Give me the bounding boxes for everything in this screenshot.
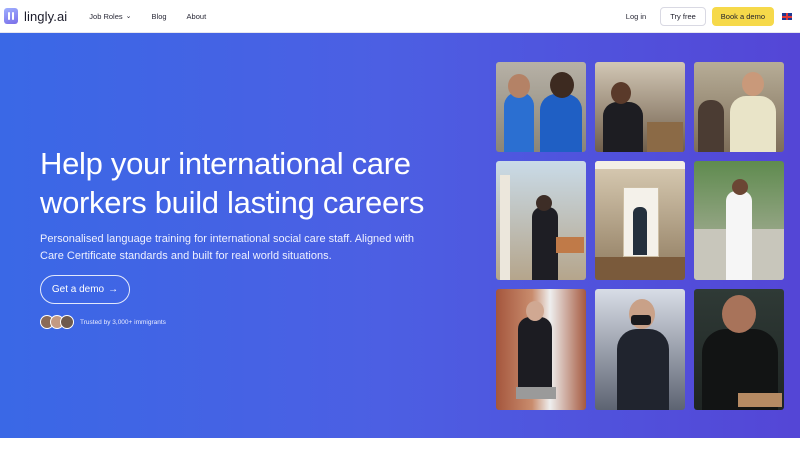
person-figure: [518, 317, 552, 389]
person-figure: [603, 102, 643, 152]
trust-text: Trusted by 3,000+ immigrants: [80, 318, 166, 326]
chevron-down-icon: ⌄: [125, 13, 132, 20]
book-demo-button[interactable]: Book a demo: [711, 7, 774, 26]
person-figure: [617, 329, 669, 410]
photo-tile: [496, 161, 586, 280]
get-demo-button[interactable]: Get a demo →: [40, 275, 130, 304]
nav-item-about[interactable]: About: [187, 12, 207, 21]
person-figure: [698, 100, 724, 152]
photo-tile: [694, 161, 784, 280]
get-demo-label: Get a demo: [51, 284, 105, 295]
photo-tile: [595, 62, 685, 152]
person-head: [550, 72, 574, 98]
nav-label: Job Roles: [89, 11, 123, 21]
tray-shape: [738, 393, 782, 407]
header-actions: Log in Try free Book a demo: [626, 0, 792, 33]
nav-label: About: [186, 11, 207, 21]
try-free-button[interactable]: Try free: [660, 7, 706, 26]
person-head: [742, 72, 764, 96]
pillar-shape: [500, 175, 510, 280]
table-shape: [647, 122, 683, 152]
trust-badge: Trusted by 3,000+ immigrants: [40, 315, 166, 329]
person-figure: [504, 92, 534, 152]
photo-tile: [496, 289, 586, 410]
nav-item-job-roles[interactable]: Job Roles ⌄: [89, 12, 131, 21]
try-free-label: Try free: [670, 12, 696, 21]
mask-shape: [631, 315, 651, 325]
person-head: [526, 301, 544, 321]
lingly-logo-icon: [4, 8, 18, 24]
plant-shape: [556, 237, 584, 253]
logo-text: lingly.ai: [24, 8, 68, 24]
top-navbar: lingly.ai Job Roles ⌄ Blog About Log in …: [0, 0, 800, 33]
person-figure: [633, 207, 647, 255]
nav-item-blog[interactable]: Blog: [152, 12, 167, 21]
person-figure: [540, 94, 582, 152]
photo-tile: [694, 62, 784, 152]
avatar-stack: [40, 315, 74, 329]
avatar: [60, 315, 74, 329]
arrow-right-icon: →: [108, 284, 119, 295]
hero-section: Help your international care workers bui…: [0, 33, 800, 438]
book-demo-label: Book a demo: [720, 12, 765, 21]
main-nav: Job Roles ⌄ Blog About: [89, 12, 226, 21]
person-figure: [726, 191, 752, 280]
hero-title: Help your international care workers bui…: [40, 146, 425, 220]
person-head: [536, 195, 552, 211]
ceiling-shape: [595, 161, 685, 169]
photo-tile: [595, 161, 685, 280]
uk-flag-icon[interactable]: [782, 13, 792, 20]
person-head: [611, 82, 631, 104]
login-link[interactable]: Log in: [626, 12, 646, 21]
photo-tile: [595, 289, 685, 410]
hero-subtitle: Personalised language training for inter…: [40, 233, 415, 262]
person-figure: [730, 96, 776, 152]
photo-tile: [694, 289, 784, 410]
person-head: [732, 179, 748, 195]
photo-tile: [496, 62, 586, 152]
person-head: [722, 295, 756, 333]
person-figure: [532, 207, 558, 280]
walker-shape: [516, 387, 556, 399]
logo[interactable]: lingly.ai: [4, 8, 67, 24]
nav-label: Blog: [151, 11, 167, 21]
floor-shape: [595, 257, 685, 280]
person-head: [508, 74, 530, 98]
photo-grid: [496, 62, 784, 410]
page-footer-strip: [0, 438, 800, 450]
